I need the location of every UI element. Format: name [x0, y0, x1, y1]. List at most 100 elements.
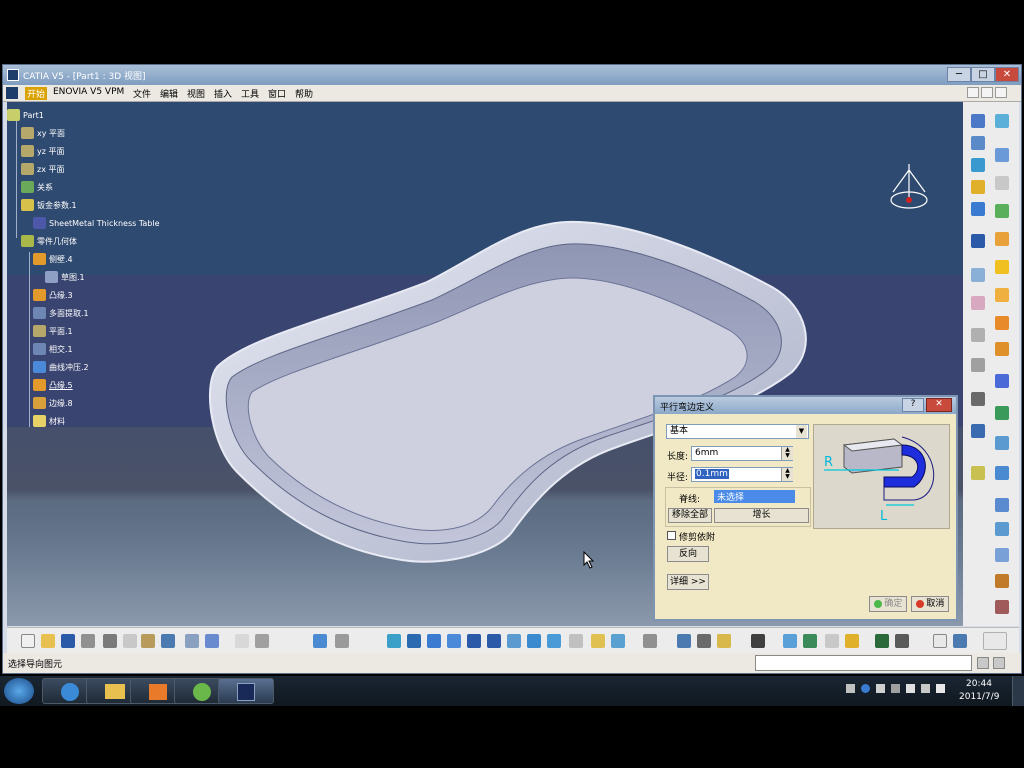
plane-tool-icon[interactable]: [995, 436, 1009, 450]
measure-tool-icon[interactable]: [971, 358, 985, 372]
sketch-tool-icon[interactable]: [971, 114, 985, 128]
dialog-close-button[interactable]: ✕: [926, 398, 952, 412]
swap-icon[interactable]: [611, 634, 625, 648]
hole-tool-icon[interactable]: [995, 342, 1009, 356]
zoom-out-icon[interactable]: [487, 634, 501, 648]
tree-item[interactable]: 零件几何体: [21, 233, 77, 249]
lock-icon[interactable]: [335, 634, 349, 648]
save-icon[interactable]: [61, 634, 75, 648]
measure-item-icon[interactable]: [697, 634, 711, 648]
radius-spinner[interactable]: ▲ ▼: [781, 468, 793, 481]
minimize-button[interactable]: ─: [947, 67, 971, 82]
menu-help[interactable]: 帮助: [295, 87, 313, 100]
bead-tool-icon[interactable]: [995, 548, 1009, 562]
specification-tree[interactable]: Part1 xy 平面 yz 平面 zx 平面 关系 钣金参数.1 SheetM…: [7, 102, 207, 442]
curve-tool-icon[interactable]: [971, 328, 985, 342]
save-tool-icon[interactable]: [971, 234, 985, 248]
tree-item[interactable]: 草图.1: [45, 269, 85, 285]
tree-item[interactable]: 材料: [33, 413, 65, 429]
chamfer-tool-icon[interactable]: [995, 498, 1009, 512]
doc-maximize-button[interactable]: [981, 87, 993, 98]
tree-item[interactable]: yz 平面: [21, 143, 64, 159]
point-tool-icon[interactable]: [971, 136, 985, 150]
multi-view-icon[interactable]: [527, 634, 541, 648]
menu-start[interactable]: 开始: [25, 87, 48, 100]
dialog-help-button[interactable]: ?: [902, 398, 924, 412]
paste-icon[interactable]: [141, 634, 155, 648]
tree-item[interactable]: 平面.1: [33, 323, 73, 339]
axis-tool-icon[interactable]: [971, 424, 985, 438]
cut-tool-icon[interactable]: [971, 268, 985, 282]
spine-selection[interactable]: 未选择: [714, 490, 795, 503]
menu-tools[interactable]: 工具: [241, 87, 259, 100]
fly-icon[interactable]: [387, 634, 401, 648]
clash-icon[interactable]: [643, 634, 657, 648]
tree-item[interactable]: SheetMetal Thickness Table: [33, 215, 160, 231]
command-input[interactable]: [755, 655, 972, 671]
apply-material-icon[interactable]: [717, 634, 731, 648]
check-tool-icon[interactable]: [995, 406, 1009, 420]
tray-help-icon[interactable]: [861, 684, 870, 693]
version-icon[interactable]: [933, 634, 947, 648]
comment-icon[interactable]: [255, 634, 269, 648]
unfold-view-icon[interactable]: [803, 634, 817, 648]
show-desktop-button[interactable]: [1012, 676, 1024, 706]
pattern-tool-icon[interactable]: [995, 288, 1009, 302]
radius-field[interactable]: 0.1mm: [691, 467, 793, 482]
knowledge-icon[interactable]: [895, 634, 909, 648]
tree-icon[interactable]: [313, 634, 327, 648]
reverse-button[interactable]: 反向: [667, 546, 709, 562]
open-icon[interactable]: [41, 634, 55, 648]
formula-icon[interactable]: [235, 634, 249, 648]
bend-tool-icon[interactable]: [971, 202, 985, 216]
length-field[interactable]: 6mm: [691, 446, 793, 461]
rotate-icon[interactable]: [447, 634, 461, 648]
mirror-tool-icon[interactable]: [971, 296, 985, 310]
trim-support-checkbox[interactable]: [667, 531, 676, 540]
tray-arrow-icon[interactable]: [891, 684, 900, 693]
fold-tool-icon[interactable]: [995, 522, 1009, 536]
help-icon[interactable]: [953, 634, 967, 648]
constraint-tool-icon[interactable]: [971, 392, 985, 406]
doc-close-button[interactable]: [995, 87, 1007, 98]
line-tool-icon[interactable]: [995, 176, 1009, 190]
tree-item[interactable]: 边缘.8: [33, 395, 73, 411]
clock-date[interactable]: 2011/7/9: [959, 692, 999, 702]
ok-button[interactable]: 确定: [869, 596, 907, 612]
tree-root[interactable]: Part1: [7, 107, 44, 123]
menu-enovia[interactable]: ENOVIA V5 VPM: [53, 87, 124, 97]
menu-insert[interactable]: 插入: [214, 87, 232, 100]
remove-all-button[interactable]: 移除全部: [668, 508, 712, 523]
tree-item[interactable]: 关系: [21, 179, 53, 195]
tray-app-icon[interactable]: [876, 684, 885, 693]
start-button[interactable]: [4, 678, 34, 704]
close-button[interactable]: ✕: [995, 67, 1019, 82]
maximize-button[interactable]: □: [971, 67, 995, 82]
views-icon[interactable]: [825, 634, 839, 648]
cut-icon[interactable]: [103, 634, 117, 648]
rip-tool-icon[interactable]: [995, 466, 1009, 480]
whats-this-icon[interactable]: [205, 634, 219, 648]
redo-icon[interactable]: [185, 634, 199, 648]
stiffen-tool-icon[interactable]: [995, 574, 1009, 588]
spin-icon[interactable]: [875, 634, 889, 648]
measure-between-icon[interactable]: [677, 634, 691, 648]
compass-icon[interactable]: [885, 162, 933, 214]
dialog-title-bar[interactable]: 平行弯边定义 ? ✕: [655, 397, 956, 414]
zoom-in-icon[interactable]: [467, 634, 481, 648]
tree-item[interactable]: 曲线冲压.2: [33, 359, 89, 375]
shading-icon[interactable]: [569, 634, 583, 648]
title-bar[interactable]: CATIA V5 - [Part1 : 3D 视图] ─ □ ✕: [3, 65, 1021, 85]
corner-tool-icon[interactable]: [995, 316, 1009, 330]
menu-edit[interactable]: 编辑: [160, 87, 178, 100]
menu-file[interactable]: 文件: [133, 87, 151, 100]
fold-view-icon[interactable]: [845, 634, 859, 648]
tree-item[interactable]: 侧壁.4: [33, 251, 73, 267]
tray-volume-icon[interactable]: [936, 684, 945, 693]
tree-item[interactable]: 相交.1: [33, 341, 73, 357]
menu-view[interactable]: 视图: [187, 87, 205, 100]
menu-window[interactable]: 窗口: [268, 87, 286, 100]
doc-minimize-button[interactable]: [967, 87, 979, 98]
flange-tool-icon[interactable]: [971, 180, 985, 194]
cancel-button[interactable]: 取消: [911, 596, 949, 612]
